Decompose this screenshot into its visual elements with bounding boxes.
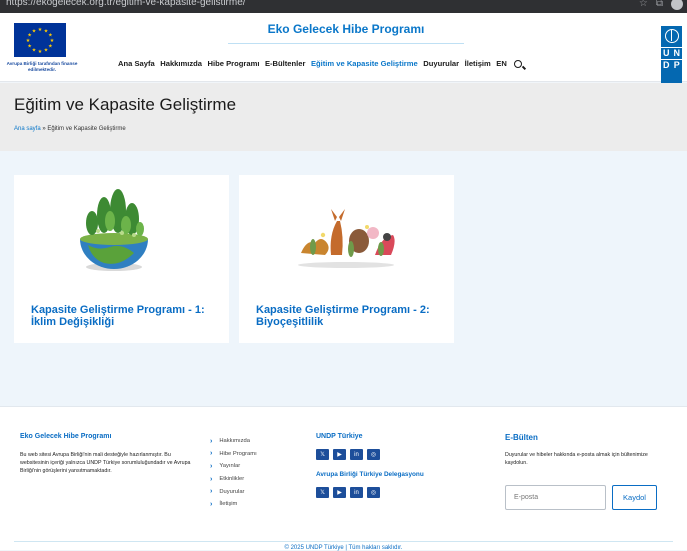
linkedin-icon[interactable]: in bbox=[350, 487, 363, 498]
nav-iletisim[interactable]: İletişim bbox=[465, 59, 491, 68]
instagram-icon[interactable]: ◎ bbox=[367, 449, 380, 460]
earth-forest-illustration bbox=[14, 175, 229, 290]
undp-letter: P bbox=[671, 59, 682, 71]
extensions-icon[interactable]: ⧉ bbox=[656, 0, 663, 10]
nav-hakkimizda[interactable]: Hakkımızda bbox=[160, 59, 202, 68]
footer-link-label: Duyurular bbox=[219, 488, 245, 495]
linkedin-icon[interactable]: in bbox=[350, 449, 363, 460]
nav-ana-sayfa[interactable]: Ana Sayfa bbox=[118, 59, 155, 68]
breadcrumb: Ana sayfa » Eğitim ve Kapasite Geliştirm… bbox=[14, 126, 126, 132]
program-card-biyocesitlilik[interactable]: Kapasite Geliştirme Programı - 2: Biyoçe… bbox=[239, 175, 454, 343]
nav-egitim[interactable]: Eğitim ve Kapasite Geliştirme bbox=[311, 59, 418, 68]
undp-letter: U bbox=[661, 47, 672, 58]
youtube-icon[interactable]: ▶ bbox=[333, 449, 346, 460]
nav-language-en[interactable]: EN bbox=[496, 59, 507, 68]
search-icon[interactable] bbox=[514, 59, 523, 68]
browser-tools: ☆ ⧉ bbox=[639, 0, 683, 10]
chevron-right-icon: › bbox=[210, 488, 213, 496]
footer-link-label: İletişim bbox=[219, 501, 238, 508]
svg-text:★: ★ bbox=[48, 43, 53, 49]
x-icon[interactable]: 𝕏 bbox=[316, 487, 329, 498]
svg-text:★: ★ bbox=[44, 47, 49, 53]
eu-flag-logo[interactable]: ★ ★ ★ ★ ★ ★ ★ ★ ★ ★ ★ ★ bbox=[14, 23, 66, 57]
newsletter-title: E-Bülten bbox=[505, 433, 538, 442]
svg-text:★: ★ bbox=[32, 29, 37, 35]
nav-e-bultenler[interactable]: E-Bültenler bbox=[265, 59, 306, 68]
footer-about-title: Eko Gelecek Hibe Programı bbox=[20, 433, 112, 440]
browser-bar: https://ekogelecek.org.tr/egitim-ve-kapa… bbox=[0, 0, 687, 13]
program-card-iklim[interactable]: Kapasite Geliştirme Programı - 1: İklim … bbox=[14, 175, 229, 343]
svg-text:★: ★ bbox=[27, 43, 32, 49]
undp-letter: N bbox=[671, 47, 682, 58]
chevron-right-icon: › bbox=[210, 500, 213, 508]
footer-link[interactable]: › Yayınlar bbox=[210, 460, 257, 473]
footer-link-label: Yayınlar bbox=[219, 463, 241, 470]
page-title: Eğitim ve Kapasite Geliştirme bbox=[14, 95, 237, 114]
eu-funding-caption: Avrupa Birliği tarafından finanse edilme… bbox=[6, 61, 78, 72]
footer-about-text: Bu web sitesi Avrupa Birliği'nin mali de… bbox=[20, 452, 191, 474]
site-header: ★ ★ ★ ★ ★ ★ ★ ★ ★ ★ ★ ★ Avrupa Birliği tarafında… bbox=[0, 13, 687, 88]
footer-link-label: Etkinlikler bbox=[219, 476, 245, 483]
email-field[interactable]: E-posta bbox=[505, 485, 606, 510]
svg-text:★: ★ bbox=[32, 47, 37, 53]
svg-text:★: ★ bbox=[38, 27, 43, 33]
footer-undp-title: UNDP Türkiye bbox=[316, 433, 363, 440]
subscribe-button[interactable]: Kaydol bbox=[612, 485, 657, 510]
footer-divider bbox=[14, 541, 673, 542]
breadcrumb-home-link[interactable]: Ana sayfa bbox=[14, 126, 41, 132]
page-hero: Eğitim ve Kapasite Geliştirme Ana sayfa … bbox=[0, 83, 687, 151]
newsletter-text: Duyurular ve hibeler hakkında e-posta al… bbox=[505, 452, 648, 466]
star-icon[interactable]: ☆ bbox=[639, 0, 648, 10]
svg-text:★: ★ bbox=[38, 49, 43, 55]
undp-social-links: 𝕏 ▶ in ◎ bbox=[316, 449, 380, 460]
avatar[interactable] bbox=[671, 0, 683, 10]
main-nav: Ana Sayfa Hakkımızda Hibe Programı E-Bül… bbox=[118, 59, 528, 68]
chevron-right-icon: › bbox=[210, 462, 213, 470]
undp-letter: D bbox=[661, 59, 672, 70]
footer-link-label: Hakkımızda bbox=[219, 438, 250, 445]
un-emblem-icon bbox=[664, 29, 679, 43]
breadcrumb-current: Eğitim ve Kapasite Geliştirme bbox=[47, 126, 126, 132]
nav-duyurular[interactable]: Duyurular bbox=[423, 59, 459, 68]
copyright: © 2025 UNDP Türkiye | Tüm hakları saklıd… bbox=[284, 545, 403, 551]
footer-links: › Hakkımızda › Hibe Programı › Yayınlar › Et… bbox=[210, 435, 257, 511]
footer-eu-delegation-title: Avrupa Birliği Türkiye Delegasyonu bbox=[316, 471, 424, 478]
footer-link[interactable]: › Hakkımızda bbox=[210, 435, 257, 448]
x-icon[interactable]: 𝕏 bbox=[316, 449, 329, 460]
undp-logo[interactable]: U N D P bbox=[661, 26, 682, 88]
chevron-right-icon: › bbox=[210, 475, 213, 483]
chevron-right-icon: › bbox=[210, 450, 213, 458]
youtube-icon[interactable]: ▶ bbox=[333, 487, 346, 498]
nav-hibe-programi[interactable]: Hibe Programı bbox=[208, 59, 260, 68]
card-title[interactable]: Kapasite Geliştirme Programı - 1: İklim … bbox=[31, 304, 221, 328]
undp-letters: U N D P bbox=[661, 47, 682, 71]
eu-social-links: 𝕏 ▶ in ◎ bbox=[316, 487, 380, 498]
footer-link[interactable]: › Etkinlikler bbox=[210, 473, 257, 486]
chevron-right-icon: › bbox=[210, 437, 213, 445]
site-title[interactable]: Eko Gelecek Hibe Programı bbox=[228, 22, 464, 44]
instagram-icon[interactable]: ◎ bbox=[367, 487, 380, 498]
site-footer: Eko Gelecek Hibe Programı Bu web sitesi … bbox=[0, 406, 687, 551]
address-bar[interactable]: https://ekogelecek.org.tr/egitim-ve-kapa… bbox=[6, 0, 246, 8]
card-title[interactable]: Kapasite Geliştirme Programı - 2: Biyoçe… bbox=[256, 304, 446, 328]
footer-link[interactable]: › Hibe Programı bbox=[210, 448, 257, 461]
svg-text:★: ★ bbox=[26, 38, 31, 44]
footer-link[interactable]: › İletişim bbox=[210, 498, 257, 511]
main-content: Kapasite Geliştirme Programı - 1: İklim … bbox=[0, 151, 687, 406]
footer-link[interactable]: › Duyurular bbox=[210, 485, 257, 498]
wildlife-illustration bbox=[239, 175, 454, 290]
footer-link-label: Hibe Programı bbox=[219, 450, 257, 457]
